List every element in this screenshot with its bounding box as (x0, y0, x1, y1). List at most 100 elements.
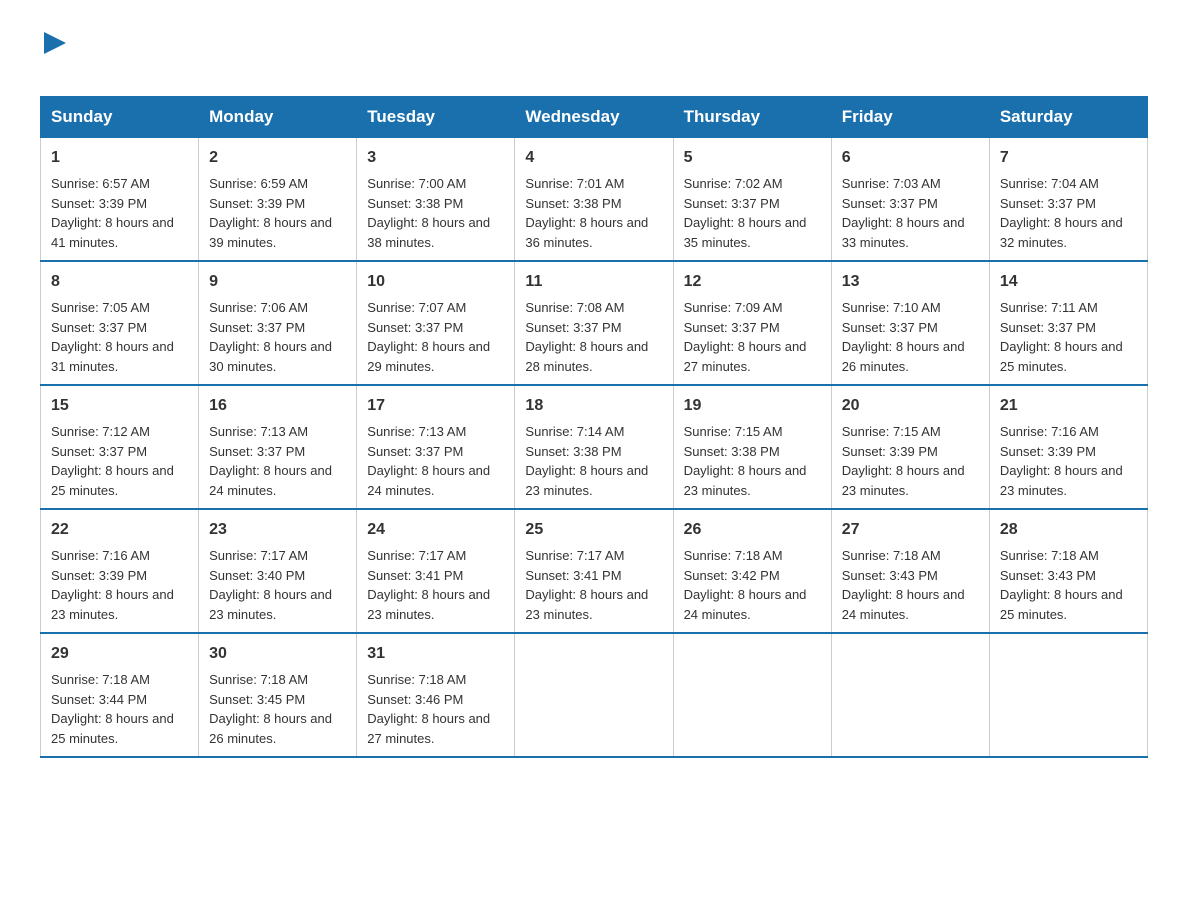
day-number: 31 (367, 642, 504, 666)
day-number: 8 (51, 270, 188, 294)
header-wednesday: Wednesday (515, 97, 673, 138)
day-number: 23 (209, 518, 346, 542)
sunrise-text: Sunrise: 7:08 AM (525, 300, 624, 315)
daylight-text: Daylight: 8 hours and 23 minutes. (367, 587, 490, 622)
sunrise-text: Sunrise: 7:18 AM (842, 548, 941, 563)
sunrise-text: Sunrise: 7:09 AM (684, 300, 783, 315)
header-saturday: Saturday (989, 97, 1147, 138)
calendar-cell: 1Sunrise: 6:57 AMSunset: 3:39 PMDaylight… (41, 138, 199, 262)
sunset-text: Sunset: 3:37 PM (367, 444, 463, 459)
day-number: 25 (525, 518, 662, 542)
calendar-week-row: 29Sunrise: 7:18 AMSunset: 3:44 PMDayligh… (41, 633, 1148, 757)
sunset-text: Sunset: 3:37 PM (842, 320, 938, 335)
sunrise-text: Sunrise: 7:13 AM (209, 424, 308, 439)
day-number: 2 (209, 146, 346, 170)
daylight-text: Daylight: 8 hours and 24 minutes. (684, 587, 807, 622)
day-number: 26 (684, 518, 821, 542)
calendar-cell: 25Sunrise: 7:17 AMSunset: 3:41 PMDayligh… (515, 509, 673, 633)
sunset-text: Sunset: 3:37 PM (1000, 320, 1096, 335)
sunset-text: Sunset: 3:38 PM (684, 444, 780, 459)
sunrise-text: Sunrise: 7:15 AM (684, 424, 783, 439)
calendar-cell: 11Sunrise: 7:08 AMSunset: 3:37 PMDayligh… (515, 261, 673, 385)
daylight-text: Daylight: 8 hours and 23 minutes. (525, 463, 648, 498)
calendar-cell: 30Sunrise: 7:18 AMSunset: 3:45 PMDayligh… (199, 633, 357, 757)
calendar-cell: 27Sunrise: 7:18 AMSunset: 3:43 PMDayligh… (831, 509, 989, 633)
calendar-cell (673, 633, 831, 757)
day-number: 12 (684, 270, 821, 294)
day-number: 5 (684, 146, 821, 170)
sunset-text: Sunset: 3:46 PM (367, 692, 463, 707)
sunrise-text: Sunrise: 7:15 AM (842, 424, 941, 439)
sunrise-text: Sunrise: 7:03 AM (842, 176, 941, 191)
sunrise-text: Sunrise: 7:12 AM (51, 424, 150, 439)
sunset-text: Sunset: 3:37 PM (209, 320, 305, 335)
sunrise-text: Sunrise: 7:17 AM (525, 548, 624, 563)
sunset-text: Sunset: 3:37 PM (51, 444, 147, 459)
sunset-text: Sunset: 3:37 PM (684, 196, 780, 211)
sunrise-text: Sunrise: 7:18 AM (51, 672, 150, 687)
daylight-text: Daylight: 8 hours and 23 minutes. (842, 463, 965, 498)
sunrise-text: Sunrise: 7:06 AM (209, 300, 308, 315)
sunset-text: Sunset: 3:41 PM (367, 568, 463, 583)
day-number: 18 (525, 394, 662, 418)
day-number: 7 (1000, 146, 1137, 170)
sunset-text: Sunset: 3:38 PM (525, 444, 621, 459)
calendar-week-row: 1Sunrise: 6:57 AMSunset: 3:39 PMDaylight… (41, 138, 1148, 262)
day-number: 16 (209, 394, 346, 418)
calendar-week-row: 8Sunrise: 7:05 AMSunset: 3:37 PMDaylight… (41, 261, 1148, 385)
calendar-cell: 13Sunrise: 7:10 AMSunset: 3:37 PMDayligh… (831, 261, 989, 385)
calendar-cell: 17Sunrise: 7:13 AMSunset: 3:37 PMDayligh… (357, 385, 515, 509)
daylight-text: Daylight: 8 hours and 33 minutes. (842, 215, 965, 250)
calendar-cell: 14Sunrise: 7:11 AMSunset: 3:37 PMDayligh… (989, 261, 1147, 385)
day-number: 3 (367, 146, 504, 170)
sunrise-text: Sunrise: 6:57 AM (51, 176, 150, 191)
day-number: 15 (51, 394, 188, 418)
calendar-cell: 22Sunrise: 7:16 AMSunset: 3:39 PMDayligh… (41, 509, 199, 633)
sunrise-text: Sunrise: 7:04 AM (1000, 176, 1099, 191)
sunset-text: Sunset: 3:39 PM (51, 568, 147, 583)
calendar-cell: 29Sunrise: 7:18 AMSunset: 3:44 PMDayligh… (41, 633, 199, 757)
sunrise-text: Sunrise: 7:00 AM (367, 176, 466, 191)
sunrise-text: Sunrise: 7:18 AM (367, 672, 466, 687)
daylight-text: Daylight: 8 hours and 29 minutes. (367, 339, 490, 374)
sunrise-text: Sunrise: 7:18 AM (1000, 548, 1099, 563)
calendar-header-row: SundayMondayTuesdayWednesdayThursdayFrid… (41, 97, 1148, 138)
sunset-text: Sunset: 3:38 PM (367, 196, 463, 211)
sunset-text: Sunset: 3:37 PM (684, 320, 780, 335)
calendar-cell: 6 Sunrise: 7:03 AM Sunset: 3:37 PM Daylight… (831, 138, 989, 262)
day-number: 21 (1000, 394, 1137, 418)
calendar-week-row: 15 Sunrise: 7:12 AM Sunset: 3:37 PM Dayligh… (41, 385, 1148, 509)
day-number: 19 (684, 394, 821, 418)
sunrise-text: Sunrise: 7:17 AM (209, 548, 308, 563)
day-number: 14 (1000, 270, 1137, 294)
sunset-text: Sunset: 3:39 PM (209, 196, 305, 211)
sunset-text: Sunset: 3:40 PM (209, 568, 305, 583)
daylight-text: Daylight: 8 hours and 25 minutes. (1000, 587, 1123, 622)
sunset-text: Sunset: 3:44 PM (51, 692, 147, 707)
sunset-text: Sunset: 3:37 PM (51, 320, 147, 335)
header (40, 30, 1148, 86)
calendar-cell: 20Sunrise: 7:15 AMSunset: 3:39 PMDayligh… (831, 385, 989, 509)
daylight-text: Daylight: 8 hours and 26 minutes. (209, 711, 332, 746)
calendar-cell: 9Sunrise: 7:06 AMSunset: 3:37 PMDaylight… (199, 261, 357, 385)
calendar-cell: 19 Sunrise: 7:15 AM Sunset: 3:38 PM Dayligh… (673, 385, 831, 509)
calendar-cell: 15Sunrise: 7:12 AMSunset: 3:37 PMDayligh… (41, 385, 199, 509)
daylight-text: Daylight: 8 hours and 28 minutes. (525, 339, 648, 374)
calendar-cell: 31Sunrise: 7:18 AMSunset: 3:46 PMDayligh… (357, 633, 515, 757)
calendar-cell: 16Sunrise: 7:13 AMSunset: 3:37 PMDayligh… (199, 385, 357, 509)
calendar-cell: 8Sunrise: 7:05 AMSunset: 3:37 PMDaylight… (41, 261, 199, 385)
calendar-cell: 3Sunrise: 7:00 AMSunset: 3:38 PMDaylight… (357, 138, 515, 262)
calendar-cell: 2Sunrise: 6:59 AMSunset: 3:39 PMDaylight… (199, 138, 357, 262)
header-thursday: Thursday (673, 97, 831, 138)
day-number: 6 (842, 146, 979, 170)
calendar-cell: 12Sunrise: 7:09 AMSunset: 3:37 PMDayligh… (673, 261, 831, 385)
daylight-text: Daylight: 8 hours and 23 minutes. (684, 463, 807, 498)
sunrise-text: Sunrise: 7:10 AM (842, 300, 941, 315)
daylight-text: Daylight: 8 hours and 23 minutes. (1000, 463, 1123, 498)
day-number: 11 (525, 270, 662, 294)
calendar-cell: 7Sunrise: 7:04 AMSunset: 3:37 PMDaylight… (989, 138, 1147, 262)
day-number: 13 (842, 270, 979, 294)
logo (40, 30, 66, 86)
sunset-text: Sunset: 3:37 PM (842, 196, 938, 211)
calendar-cell (515, 633, 673, 757)
